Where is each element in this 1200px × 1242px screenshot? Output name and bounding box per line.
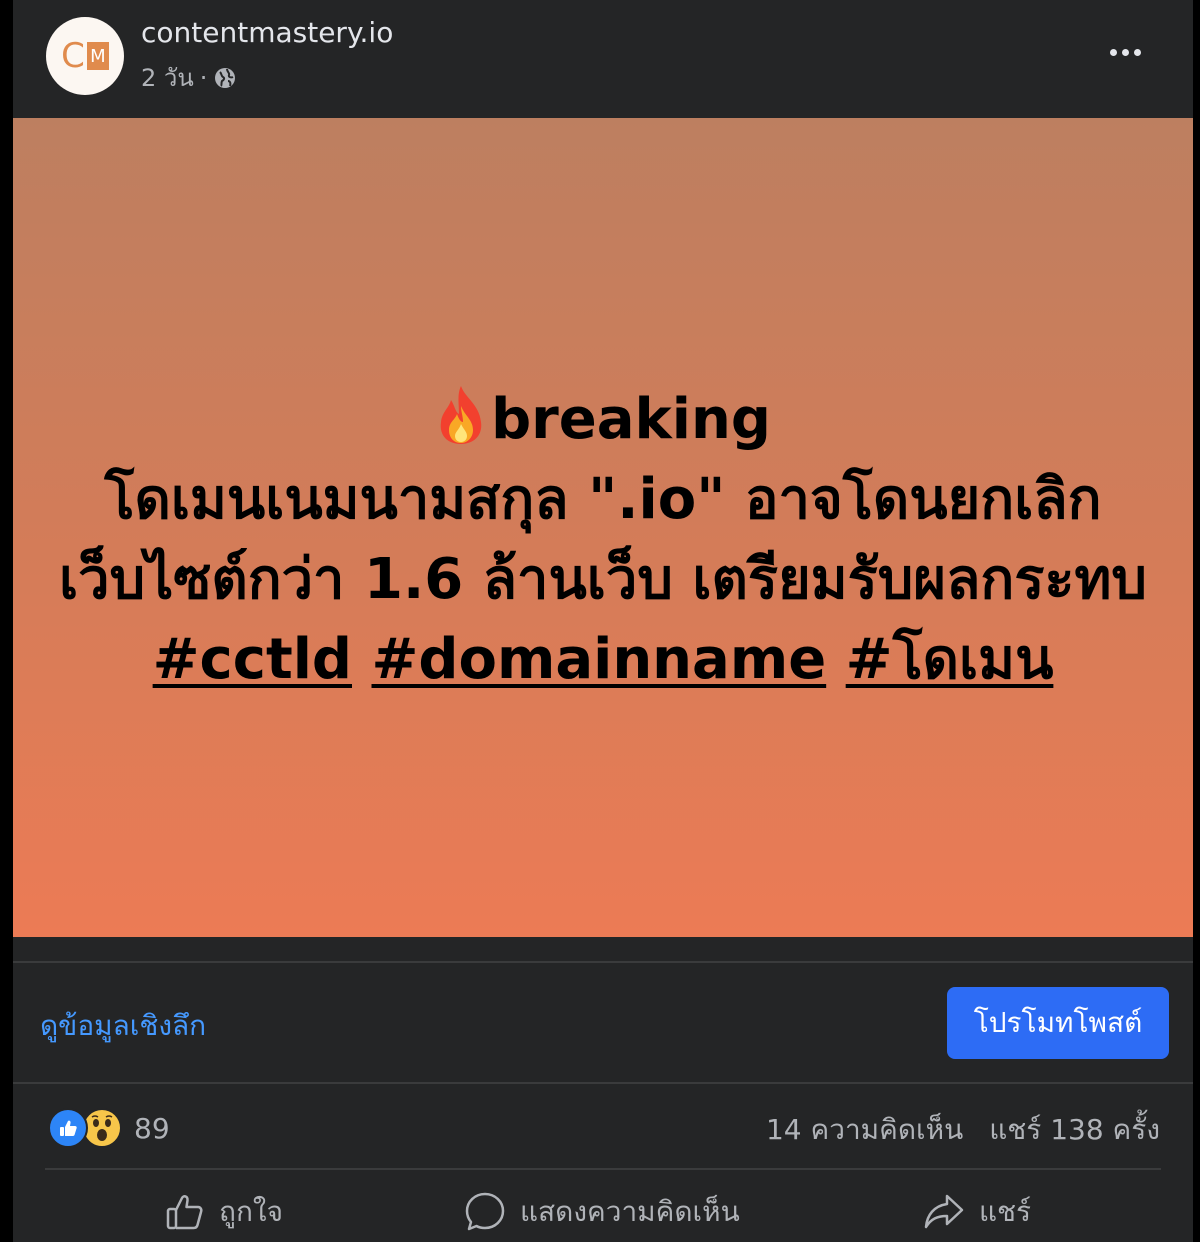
avatar-letter-m: M <box>86 42 109 70</box>
dot <box>1121 48 1129 56</box>
dot <box>1133 48 1141 56</box>
post-image[interactable]: breaking โดเมนเนมนามสกุล ".io" อาจโดนยกเ… <box>13 118 1193 937</box>
post-time[interactable]: 2 วัน <box>141 58 194 97</box>
engagement-stats: 14 ความคิดเห็น แชร์ 138 ครั้ง <box>766 1108 1160 1152</box>
share-label: แชร์ <box>979 1195 1032 1228</box>
thumbs-up-icon <box>60 1120 77 1136</box>
headline-line-3: เว็บไซต์กว่า 1.6 ล้านเว็บ เตรียมรับผลกระ… <box>59 547 1147 612</box>
like-button[interactable]: ถูกใจ <box>165 1186 283 1238</box>
hashtag-domainname[interactable]: #domainname <box>372 627 827 692</box>
post-meta: 2 วัน · <box>141 58 237 97</box>
hashtag-cctld[interactable]: #cctld <box>153 627 352 692</box>
headline-line-2: โดเมนเนมนามสกุล ".io" อาจโดนยกเลิก <box>104 467 1102 532</box>
fire-emoji-icon <box>440 386 482 444</box>
headline-line-1: breaking <box>13 380 1193 460</box>
post-card: C M contentmastery.io 2 วัน · breaking โ… <box>13 0 1193 1242</box>
comments-count-link[interactable]: 14 ความคิดเห็น <box>766 1108 963 1152</box>
dot <box>1109 48 1117 56</box>
meta-separator: · <box>199 63 208 92</box>
divider <box>45 1168 1161 1170</box>
like-reaction-icon <box>48 1108 88 1148</box>
globe-icon[interactable] <box>213 66 237 90</box>
view-insights-link[interactable]: ดูข้อมูลเชิงลึก <box>40 1004 206 1048</box>
promote-post-button[interactable]: โปรโมทโพสต์ <box>947 987 1169 1059</box>
thumbs-up-icon <box>166 1195 203 1230</box>
wow-reaction-icon <box>82 1108 122 1148</box>
share-button[interactable]: แชร์ <box>923 1186 1031 1238</box>
like-label: ถูกใจ <box>219 1195 283 1228</box>
more-options-icon[interactable] <box>1101 30 1149 74</box>
share-arrow-icon <box>924 1194 964 1229</box>
page-avatar[interactable]: C M <box>46 17 124 95</box>
comment-bubble-icon <box>465 1192 505 1231</box>
shares-count-link[interactable]: แชร์ 138 ครั้ง <box>989 1108 1160 1152</box>
headline-breaking: breaking <box>491 387 771 452</box>
divider <box>13 961 1193 963</box>
avatar-letter-c: C <box>61 36 85 76</box>
reaction-summary[interactable]: 89 <box>48 1108 170 1148</box>
hashtag-domain-thai[interactable]: #โดเมน <box>846 627 1054 692</box>
reaction-count: 89 <box>134 1111 170 1145</box>
post-image-text: breaking โดเมนเนมนามสกุล ".io" อาจโดนยกเ… <box>13 380 1193 700</box>
comment-label: แสดงความคิดเห็น <box>520 1195 740 1228</box>
wow-face-icon <box>91 1115 113 1141</box>
hashtag-line: #cctld #domainname #โดเมน <box>13 620 1193 700</box>
page-name-link[interactable]: contentmastery.io <box>141 16 393 49</box>
comment-button[interactable]: แสดงความคิดเห็น <box>464 1186 740 1238</box>
divider <box>13 1082 1193 1084</box>
